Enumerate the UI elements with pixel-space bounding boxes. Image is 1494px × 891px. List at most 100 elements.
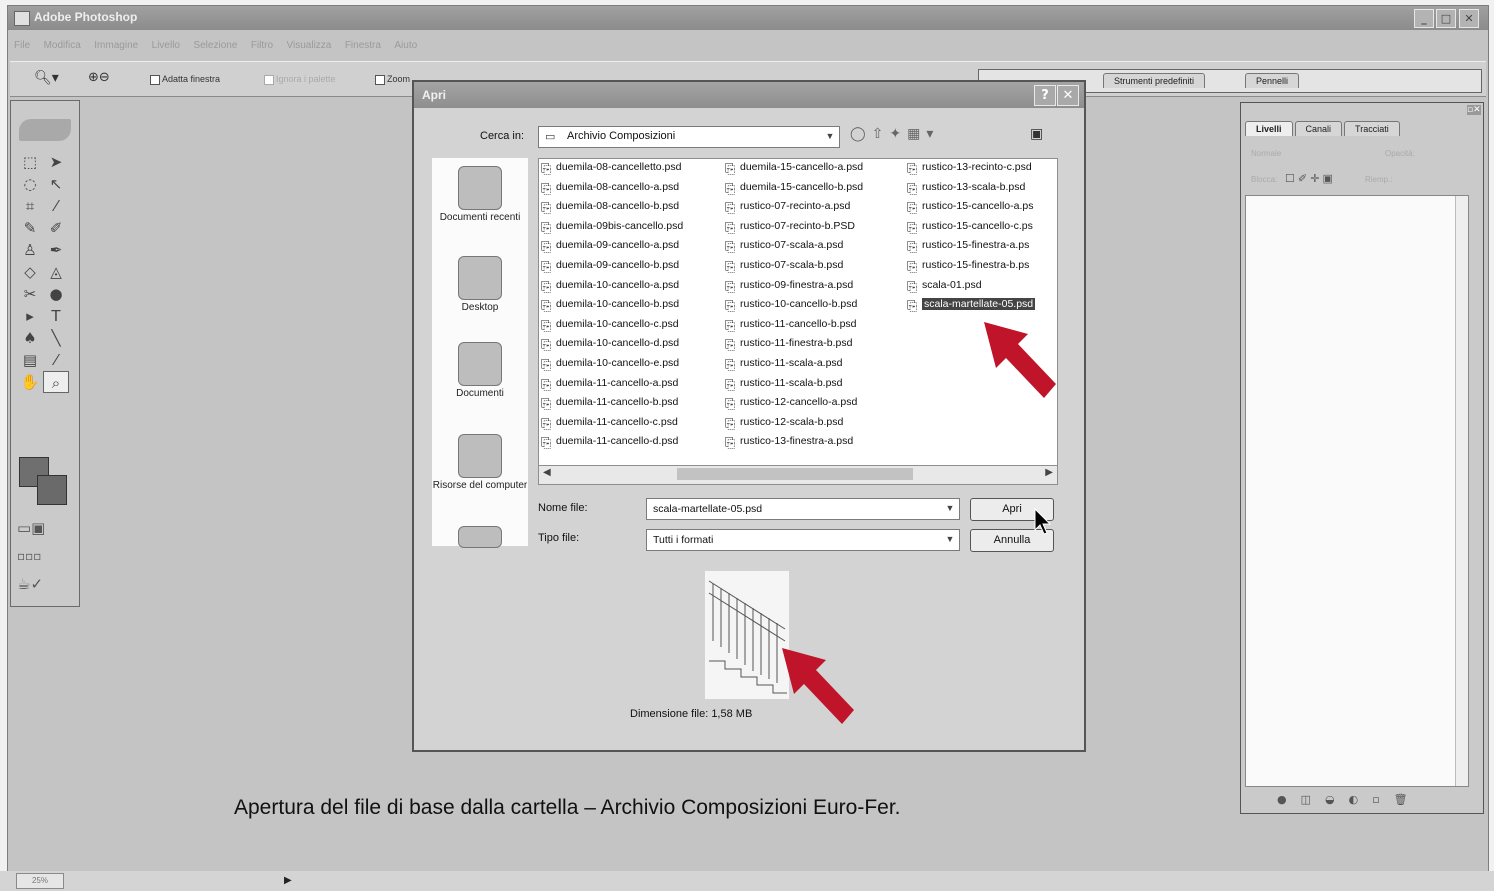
- file-item[interactable]: ⎘ rustico-07-scala-a.psd: [725, 239, 863, 259]
- jump-to-imageready-icon[interactable]: ☕✓: [17, 575, 43, 593]
- file-item[interactable]: ⎘ rustico-13-finestra-a.psd: [725, 435, 863, 455]
- file-item[interactable]: ⎘ duemila-10-cancello-e.psd: [541, 357, 683, 377]
- view-menu-icon[interactable]: ▦▾: [907, 126, 939, 142]
- zoom-level[interactable]: 25%: [16, 873, 64, 889]
- panel-close-icon[interactable]: ▫✕: [1467, 105, 1481, 115]
- file-item[interactable]: ⎘ rustico-11-scala-a.psd: [725, 357, 863, 377]
- tab-livelli[interactable]: Livelli: [1245, 121, 1293, 136]
- file-item[interactable]: ⎘ duemila-11-cancello-b.psd: [541, 396, 683, 416]
- scroll-right-icon[interactable]: ▶: [1045, 467, 1053, 478]
- chevron-down-icon[interactable]: ▼: [943, 532, 957, 546]
- file-item[interactable]: ⎘ rustico-11-finestra-b.psd: [725, 337, 863, 357]
- status-arrow-icon[interactable]: ▶: [284, 875, 292, 886]
- ignore-palettes-checkbox[interactable]: Ignora i palette: [264, 74, 336, 85]
- magic-wand-tool-icon[interactable]: ↖: [43, 173, 69, 195]
- file-item[interactable]: ⎘ rustico-13-scala-b.psd: [907, 181, 1035, 201]
- file-item[interactable]: ⎘ duemila-09-cancello-a.psd: [541, 239, 683, 259]
- lock-icons[interactable]: ☐ ✐ ✛ ▣: [1285, 172, 1333, 185]
- menu-modifica[interactable]: Modifica: [44, 40, 81, 51]
- dialog-title-bar[interactable]: Apri ? ✕: [414, 82, 1084, 108]
- new-folder-icon[interactable]: ✦: [889, 126, 907, 142]
- dialog-nav-icons[interactable]: ◯⇧✦▦▾: [850, 126, 939, 142]
- file-item[interactable]: ⎘ duemila-08-cancelletto.psd: [541, 161, 683, 181]
- slice-tool-icon[interactable]: ⁄: [43, 195, 69, 217]
- tab-pennelli[interactable]: Pennelli: [1245, 73, 1300, 88]
- menu-finestra[interactable]: Finestra: [345, 40, 381, 51]
- file-item[interactable]: ⎘ duemila-11-cancello-c.psd: [541, 416, 683, 436]
- file-item[interactable]: ⎘ rustico-15-cancello-a.ps: [907, 200, 1035, 220]
- move-tool-icon[interactable]: ➤: [43, 151, 69, 173]
- eraser-tool-icon[interactable]: ◇: [17, 261, 43, 283]
- chevron-down-icon[interactable]: ▼: [823, 129, 837, 143]
- place-recent-documents[interactable]: Documenti recenti: [432, 166, 528, 223]
- menu-filtro[interactable]: Filtro: [251, 40, 273, 51]
- place-desktop[interactable]: Desktop: [432, 256, 528, 313]
- minimize-button[interactable]: _: [1414, 9, 1434, 28]
- file-item[interactable]: ⎘ duemila-11-cancello-a.psd: [541, 377, 683, 397]
- file-item[interactable]: ⎘ rustico-09-finestra-a.psd: [725, 279, 863, 299]
- file-item[interactable]: ⎘ rustico-15-finestra-b.ps: [907, 259, 1035, 279]
- layers-scrollbar[interactable]: [1455, 196, 1468, 786]
- menu-aiuto[interactable]: Aiuto: [394, 40, 417, 51]
- tab-strumenti-predefiniti[interactable]: Strumenti predefiniti: [1103, 73, 1206, 88]
- back-icon[interactable]: ◯: [850, 126, 872, 142]
- file-item[interactable]: ⎘ rustico-07-scala-b.psd: [725, 259, 863, 279]
- pen-tool-icon[interactable]: ♠: [17, 327, 43, 349]
- maximize-button[interactable]: □: [1436, 9, 1456, 28]
- quick-mask-icon[interactable]: ▭▣: [17, 519, 45, 537]
- file-item[interactable]: ⎘ rustico-07-recinto-b.PSD: [725, 220, 863, 240]
- notes-tool-icon[interactable]: ▤: [17, 349, 43, 371]
- file-item[interactable]: ⎘ duemila-10-cancello-d.psd: [541, 337, 683, 357]
- layers-footer-icons[interactable]: ●◫◒◐▫🗑︎: [1277, 793, 1422, 806]
- dialog-close-button[interactable]: ✕: [1057, 85, 1079, 106]
- menu-immagine[interactable]: Immagine: [94, 40, 138, 51]
- close-button[interactable]: ✕: [1459, 9, 1479, 28]
- file-item[interactable]: ⎘ scala-martellate-05.psd: [907, 298, 1036, 318]
- menu-livello[interactable]: Livello: [152, 40, 180, 51]
- layers-list[interactable]: [1245, 195, 1469, 787]
- scrollbar-thumb[interactable]: [677, 468, 913, 480]
- tab-tracciati[interactable]: Tracciati: [1344, 121, 1400, 136]
- file-item[interactable]: ⎘ rustico-11-cancello-b.psd: [725, 318, 863, 338]
- file-item[interactable]: ⎘ rustico-11-scala-b.psd: [725, 377, 863, 397]
- scroll-left-icon[interactable]: ◀: [543, 467, 551, 478]
- up-folder-icon[interactable]: ⇧: [872, 126, 890, 142]
- menu-file[interactable]: File: [14, 40, 30, 51]
- tab-canali[interactable]: Canali: [1294, 121, 1343, 136]
- zoom-all-checkbox[interactable]: Zoom: [375, 74, 410, 85]
- menu-selezione[interactable]: Selezione: [193, 40, 237, 51]
- file-item[interactable]: ⎘ duemila-15-cancello-a.psd: [725, 161, 863, 181]
- place-network[interactable]: [432, 526, 528, 550]
- file-item[interactable]: ⎘ duemila-08-cancello-a.psd: [541, 181, 683, 201]
- file-item[interactable]: ⎘ duemila-10-cancello-c.psd: [541, 318, 683, 338]
- file-list-scrollbar[interactable]: ◀ ▶: [538, 465, 1058, 485]
- file-item[interactable]: ⎘ rustico-15-cancello-c.ps: [907, 220, 1035, 240]
- file-item[interactable]: ⎘ duemila-09bis-cancello.psd: [541, 220, 683, 240]
- file-name-input[interactable]: scala-martellate-05.psd ▼: [646, 498, 960, 520]
- path-selection-tool-icon[interactable]: ▸: [17, 305, 43, 327]
- file-item[interactable]: ⎘ duemila-08-cancello-b.psd: [541, 200, 683, 220]
- file-type-select[interactable]: Tutti i formati ▼: [646, 529, 960, 551]
- chevron-down-icon[interactable]: ▼: [943, 501, 957, 515]
- eyedropper-tool-icon[interactable]: ⁄: [43, 349, 69, 371]
- zoom-tool-icon[interactable]: 🔍︎▾: [34, 70, 59, 86]
- menu-visualizza[interactable]: Visualizza: [287, 40, 332, 51]
- zoom-tool-icon[interactable]: ⌕: [43, 371, 69, 393]
- marquee-tool-icon[interactable]: ⬚: [17, 151, 43, 173]
- file-item[interactable]: ⎘ scala-01.psd: [907, 279, 1035, 299]
- file-item[interactable]: ⎘ rustico-10-cancello-b.psd: [725, 298, 863, 318]
- file-item[interactable]: ⎘ duemila-15-cancello-b.psd: [725, 181, 863, 201]
- type-tool-icon[interactable]: T: [43, 305, 69, 327]
- healing-tool-icon[interactable]: ✎: [17, 217, 43, 239]
- new-folder-button-icon[interactable]: ▣: [1030, 126, 1043, 142]
- file-item[interactable]: ⎘ rustico-12-scala-b.psd: [725, 416, 863, 436]
- dodge-tool-icon[interactable]: ●: [43, 283, 69, 305]
- fit-window-checkbox[interactable]: Adatta finestra: [150, 74, 220, 85]
- file-item[interactable]: ⎘ duemila-10-cancello-b.psd: [541, 298, 683, 318]
- background-color-swatch[interactable]: [37, 475, 67, 505]
- look-in-select[interactable]: ▭ Archivio Composizioni ▼: [538, 126, 840, 148]
- hand-tool-icon[interactable]: ✋: [17, 371, 43, 393]
- line-tool-icon[interactable]: ╲: [43, 327, 69, 349]
- title-bar[interactable]: Adobe Photoshop _ □ ✕: [8, 6, 1488, 30]
- file-item[interactable]: ⎘ duemila-10-cancello-a.psd: [541, 279, 683, 299]
